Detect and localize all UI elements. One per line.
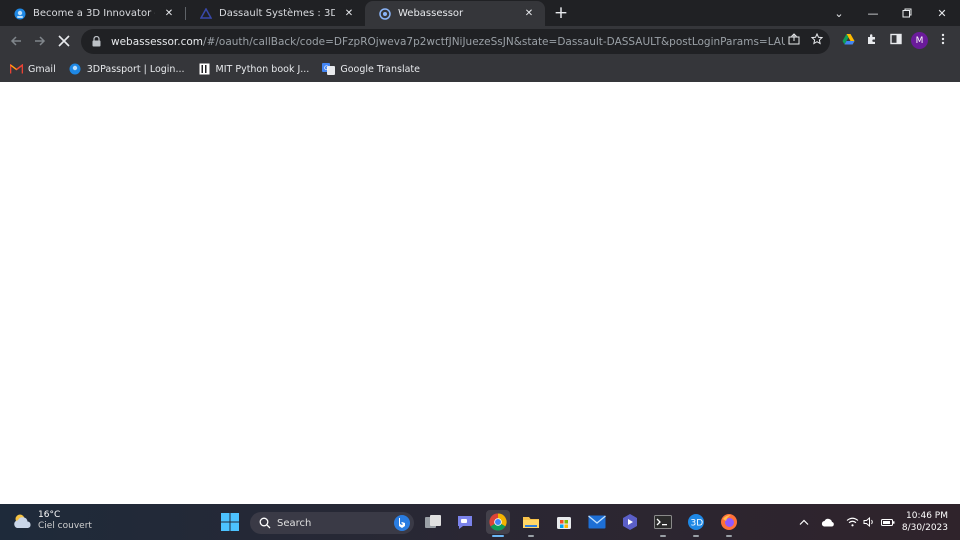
- bookmark-label: Gmail: [28, 63, 56, 75]
- close-icon[interactable]: ✕: [341, 6, 357, 22]
- taskbar-mail[interactable]: [585, 510, 609, 534]
- bookmarks-bar: Gmail 3DPassport | Login... MIT Python b…: [0, 57, 960, 81]
- clock-time: 10:46 PM: [906, 511, 948, 521]
- weather-temp: 16°C: [38, 510, 61, 520]
- windows-logo-icon: [221, 513, 239, 531]
- restore-icon[interactable]: [890, 0, 924, 26]
- system-clock[interactable]: 10:46 PM 8/30/2023: [902, 510, 948, 534]
- 3dpassport-icon: [14, 8, 26, 20]
- tab-dassault[interactable]: Dassault Systèmes : 3DEXPERIEN ✕: [186, 1, 365, 26]
- gmail-icon: [10, 63, 23, 76]
- folder-icon: [523, 517, 539, 528]
- running-indicator: [492, 535, 504, 537]
- task-view-button[interactable]: [421, 510, 445, 534]
- lock-icon[interactable]: [90, 36, 102, 47]
- taskbar-clipchamp[interactable]: [618, 510, 642, 534]
- ds-logo-icon: [200, 7, 212, 20]
- new-tab-button[interactable]: +: [551, 3, 571, 23]
- profile-avatar[interactable]: M: [911, 32, 928, 49]
- clock-date: 8/30/2023: [901, 523, 948, 533]
- chrome-icon: [489, 513, 507, 531]
- close-window-icon[interactable]: ✕: [925, 0, 959, 26]
- browser-chrome: Become a 3D Innovator - My Jou ✕ Dassaul…: [0, 0, 960, 82]
- webassessor-icon: [379, 7, 391, 20]
- taskbar-chrome[interactable]: [486, 510, 510, 537]
- weather-widget[interactable]: 16°C Ciel couvert: [12, 510, 92, 532]
- svg-text:3D: 3D: [691, 519, 704, 529]
- taskbar-search[interactable]: Search: [250, 512, 414, 534]
- bookmark-3dpassport[interactable]: 3DPassport | Login...: [69, 63, 185, 76]
- menu-icon[interactable]: [935, 31, 951, 47]
- terminal-icon: [654, 515, 672, 529]
- tab-strip: Become a 3D Innovator - My Jou ✕ Dassaul…: [0, 0, 960, 26]
- tab-title: Webassessor: [398, 8, 464, 19]
- store-icon: [557, 517, 571, 529]
- url-text[interactable]: webassessor.com/#/oauth/callBack/code=DF…: [111, 36, 785, 48]
- wifi-icon[interactable]: [843, 513, 861, 531]
- tab-3d-innovator[interactable]: Become a 3D Innovator - My Jou ✕: [0, 1, 185, 26]
- tab-search-icon[interactable]: ⌄: [822, 0, 856, 26]
- running-indicator: [528, 535, 534, 537]
- bing-icon[interactable]: [394, 515, 410, 531]
- page-content: [0, 82, 960, 504]
- star-icon[interactable]: [809, 31, 825, 47]
- running-indicator: [660, 535, 666, 537]
- minimize-icon[interactable]: —: [856, 0, 890, 26]
- running-indicator: [726, 535, 732, 537]
- cloudy-weather-icon: [14, 514, 31, 528]
- url-path: /#/oauth/callBack/code=DFzpROjweva7p2wct…: [203, 35, 785, 48]
- show-hidden-icons[interactable]: [795, 513, 813, 531]
- bookmark-label: Google Translate: [340, 63, 420, 75]
- weather-desc: Ciel couvert: [38, 521, 92, 531]
- bookmark-google-translate[interactable]: G Google Translate: [322, 63, 420, 76]
- taskbar-file-explorer[interactable]: [519, 510, 543, 537]
- book-icon: [198, 63, 211, 76]
- battery-icon[interactable]: [879, 513, 897, 531]
- tab-title: Dassault Systèmes : 3DEXPERIEN: [219, 8, 335, 19]
- teams-chat-icon: [458, 516, 472, 529]
- browser-toolbar: webassessor.com/#/oauth/callBack/code=DF…: [0, 26, 960, 56]
- back-icon[interactable]: [4, 29, 28, 53]
- taskbar-firefox[interactable]: [717, 510, 741, 537]
- svg-text:G: G: [324, 65, 329, 72]
- 3dpassport-icon: [69, 63, 82, 76]
- bookmark-label: 3DPassport | Login...: [86, 63, 185, 75]
- tab-webassessor[interactable]: Webassessor ✕: [365, 1, 545, 26]
- mail-icon: [588, 515, 606, 529]
- address-bar[interactable]: webassessor.com/#/oauth/callBack/code=DF…: [81, 29, 830, 54]
- search-icon: [259, 517, 271, 529]
- close-icon[interactable]: ✕: [161, 6, 177, 22]
- volume-icon[interactable]: [860, 513, 878, 531]
- side-panel-icon[interactable]: [888, 31, 904, 47]
- search-placeholder: Search: [277, 517, 312, 529]
- taskbar-3dexperience[interactable]: 3D: [684, 510, 708, 537]
- running-indicator: [693, 535, 699, 537]
- tab-title: Become a 3D Innovator - My Jou: [33, 8, 155, 19]
- url-host: webassessor.com: [111, 35, 204, 48]
- translate-icon: G: [322, 63, 336, 76]
- clipchamp-icon: [623, 514, 637, 530]
- taskbar-terminal[interactable]: [651, 510, 675, 537]
- bookmark-mit-python[interactable]: MIT Python book J...: [198, 63, 310, 76]
- bookmark-gmail[interactable]: Gmail: [10, 63, 56, 76]
- close-icon[interactable]: ✕: [521, 6, 537, 22]
- 3dexperience-icon: 3D: [688, 514, 704, 530]
- windows-taskbar: 16°C Ciel couvert Search 3D 10:46 PM 8/3…: [0, 504, 960, 540]
- stop-loading-icon[interactable]: [52, 29, 76, 53]
- onedrive-icon[interactable]: [819, 513, 837, 531]
- task-view-icon: [425, 515, 441, 528]
- start-button[interactable]: [218, 510, 242, 534]
- extensions-icon[interactable]: [864, 31, 880, 47]
- bookmark-label: MIT Python book J...: [215, 63, 310, 75]
- forward-icon[interactable]: [28, 29, 52, 53]
- firefox-icon: [721, 514, 737, 530]
- share-icon[interactable]: [786, 31, 802, 47]
- taskbar-ms-store[interactable]: [552, 510, 576, 534]
- google-drive-icon[interactable]: [840, 31, 856, 47]
- teams-chat-button[interactable]: [453, 510, 477, 534]
